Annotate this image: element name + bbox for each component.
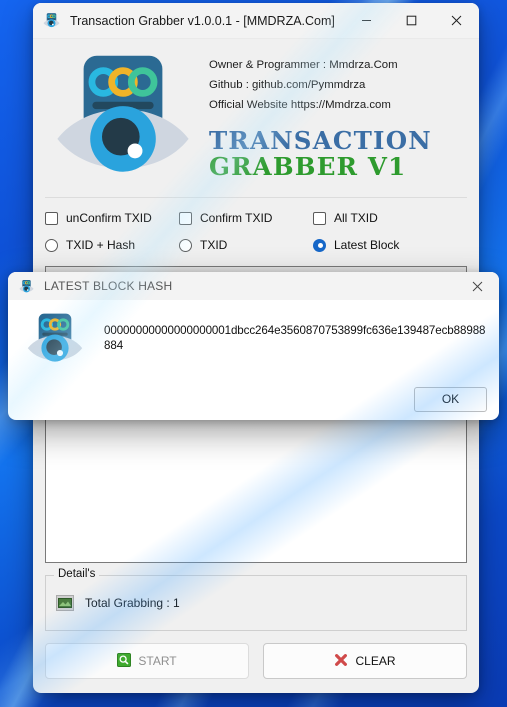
dialog-ok-button[interactable]: OK [414, 386, 487, 412]
checkbox-confirm-txid[interactable]: Confirm TXID [179, 211, 313, 225]
close-button[interactable] [434, 3, 479, 39]
brand-header: Owner & Programmer : Mmdrza.Com Github :… [45, 39, 467, 198]
checkbox-label: unConfirm TXID [66, 211, 152, 225]
radio-label: TXID [200, 238, 228, 252]
maximize-button[interactable] [389, 3, 434, 39]
green-card-icon [56, 595, 74, 611]
dialog-close-button[interactable] [455, 272, 499, 300]
clear-button-label: CLEAR [355, 654, 396, 668]
red-cross-icon [334, 653, 348, 670]
brand-info: Owner & Programmer : Mmdrza.Com Github :… [209, 55, 432, 180]
website-line: Official Website https://Mmdrza.com [209, 98, 391, 111]
window-title: Transaction Grabber v1.0.0.1 - [MMDRZA.C… [70, 13, 335, 28]
green-magnifier-icon [117, 652, 132, 670]
checkbox-box-icon [313, 211, 326, 225]
action-button-row: START CLEAR [45, 631, 467, 693]
checkbox-box-icon [179, 211, 192, 225]
clear-button[interactable]: CLEAR [263, 643, 467, 679]
brand-title-line2: GRABBER V1 [209, 151, 407, 181]
eye-logo-icon [53, 47, 193, 187]
details-groupbox: Detail's Total Grabbing : 1 [45, 568, 467, 631]
latest-block-hash-dialog: LATEST BLOCK HASH 00000000000000000001db… [8, 272, 499, 420]
start-button[interactable]: START [45, 643, 249, 679]
github-line: Github : github.com/Pymmdrza [209, 78, 366, 91]
desktop-background: Transaction Grabber v1.0.0.1 - [MMDRZA.C… [0, 0, 507, 707]
window-titlebar: Transaction Grabber v1.0.0.1 - [MMDRZA.C… [33, 3, 479, 39]
checkbox-all-txid[interactable]: All TXID [313, 211, 378, 225]
window-controls [344, 3, 479, 39]
radio-circle-icon [313, 238, 326, 252]
radio-label: TXID + Hash [66, 238, 136, 252]
checkbox-label: All TXID [334, 211, 378, 225]
radio-row: TXID + Hash TXID Latest Block [45, 225, 467, 252]
eye-logo-icon [43, 12, 60, 29]
block-hash-value: 00000000000000000001dbcc264e356087075389… [104, 324, 486, 352]
checkbox-row: unConfirm TXID Confirm TXID All TXID [45, 198, 467, 225]
checkbox-box-icon [45, 211, 58, 225]
total-grabbing-status: Total Grabbing : 1 [85, 596, 180, 610]
eye-logo-icon [19, 279, 34, 294]
radio-txid[interactable]: TXID [179, 238, 313, 252]
checkbox-label: Confirm TXID [200, 211, 273, 225]
radio-circle-icon [45, 238, 58, 252]
dialog-body: 00000000000000000001dbcc264e356087075389… [8, 300, 499, 378]
radio-label: Latest Block [334, 238, 400, 252]
brand-title-line1: TRANSACTION [209, 125, 432, 155]
details-body: Total Grabbing : 1 [46, 576, 466, 630]
radio-txid-plus-hash[interactable]: TXID + Hash [45, 238, 179, 252]
start-button-label: START [138, 654, 177, 668]
checkbox-unconfirm-txid[interactable]: unConfirm TXID [45, 211, 179, 225]
eye-logo-icon [26, 310, 84, 368]
details-legend: Detail's [54, 568, 100, 580]
radio-latest-block[interactable]: Latest Block [313, 238, 399, 252]
owner-line: Owner & Programmer : Mmdrza.Com [209, 58, 398, 71]
brand-title: TRANSACTION GRABBER V1 [209, 125, 432, 181]
minimize-button[interactable] [344, 3, 389, 39]
dialog-titlebar: LATEST BLOCK HASH [8, 272, 499, 300]
dialog-footer: OK [8, 378, 499, 420]
radio-circle-icon [179, 238, 192, 252]
dialog-title: LATEST BLOCK HASH [44, 279, 173, 293]
